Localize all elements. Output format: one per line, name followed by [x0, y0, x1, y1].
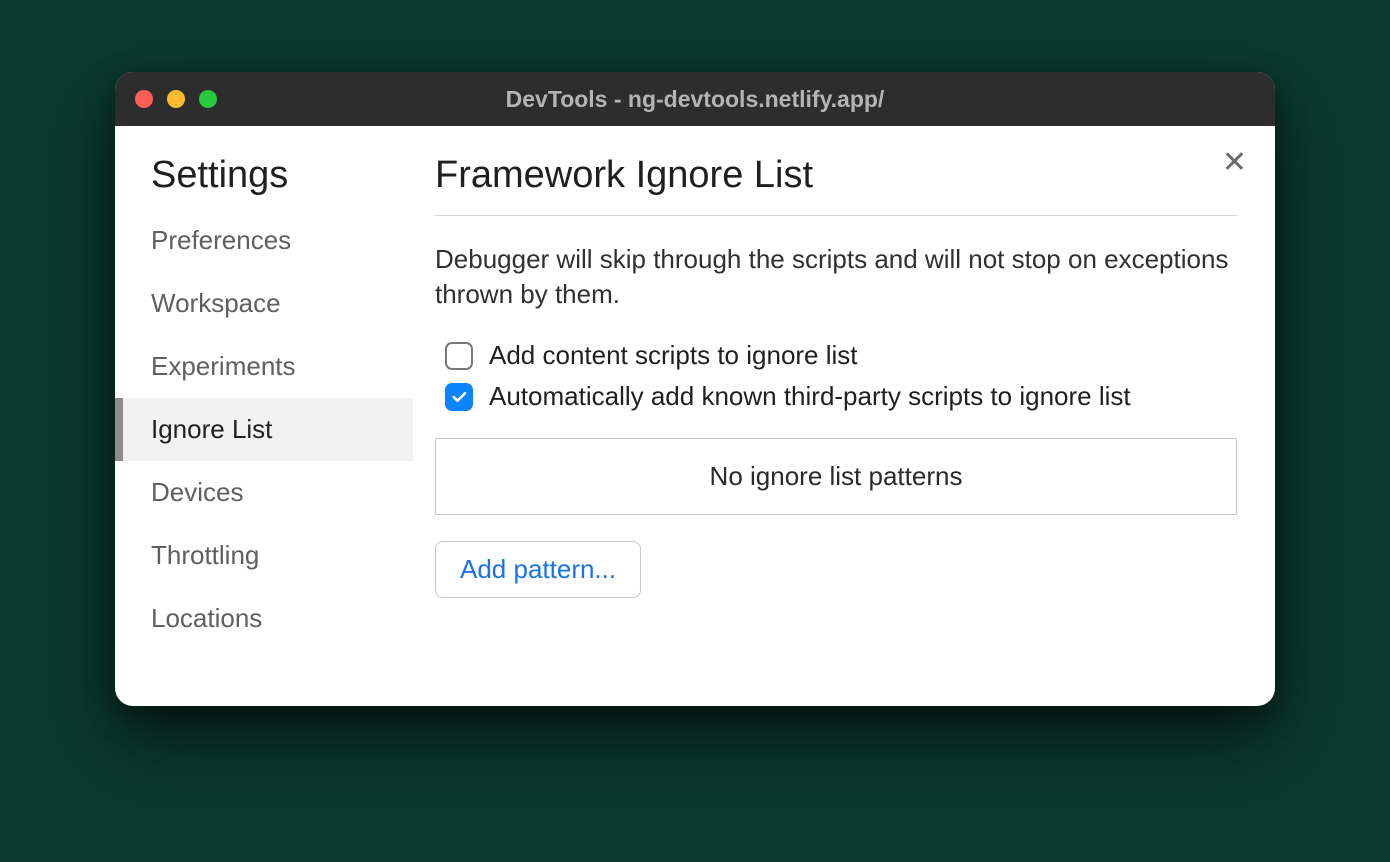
sidebar-item-throttling[interactable]: Throttling — [115, 524, 413, 587]
sidebar-item-preferences[interactable]: Preferences — [115, 209, 413, 272]
checkbox-label: Add content scripts to ignore list — [489, 340, 858, 371]
window-title: DevTools - ng-devtools.netlify.app/ — [115, 86, 1275, 113]
maximize-window-button[interactable] — [199, 90, 217, 108]
page-title: Framework Ignore List — [435, 154, 1237, 216]
settings-heading: Settings — [115, 154, 413, 209]
settings-sidebar: Settings Preferences Workspace Experimen… — [115, 126, 413, 706]
checkbox-label: Automatically add known third-party scri… — [489, 381, 1131, 412]
settings-body: ✕ Settings Preferences Workspace Experim… — [115, 126, 1275, 706]
settings-main: Framework Ignore List Debugger will skip… — [413, 126, 1275, 706]
check-icon — [450, 388, 468, 406]
ignore-list-patterns-empty: No ignore list patterns — [435, 438, 1237, 515]
minimize-window-button[interactable] — [167, 90, 185, 108]
checkbox-row-content-scripts[interactable]: Add content scripts to ignore list — [445, 340, 1237, 371]
titlebar: DevTools - ng-devtools.netlify.app/ — [115, 72, 1275, 126]
sidebar-item-experiments[interactable]: Experiments — [115, 335, 413, 398]
checkbox-content-scripts[interactable] — [445, 342, 473, 370]
sidebar-item-ignore-list[interactable]: Ignore List — [115, 398, 413, 461]
sidebar-item-workspace[interactable]: Workspace — [115, 272, 413, 335]
page-description: Debugger will skip through the scripts a… — [435, 242, 1237, 312]
checkbox-row-third-party[interactable]: Automatically add known third-party scri… — [445, 381, 1237, 412]
traffic-lights — [135, 90, 217, 108]
close-icon[interactable]: ✕ — [1222, 148, 1247, 178]
checkbox-third-party[interactable] — [445, 383, 473, 411]
add-pattern-button[interactable]: Add pattern... — [435, 541, 641, 598]
close-window-button[interactable] — [135, 90, 153, 108]
sidebar-item-locations[interactable]: Locations — [115, 587, 413, 650]
sidebar-item-devices[interactable]: Devices — [115, 461, 413, 524]
devtools-window: DevTools - ng-devtools.netlify.app/ ✕ Se… — [115, 72, 1275, 706]
